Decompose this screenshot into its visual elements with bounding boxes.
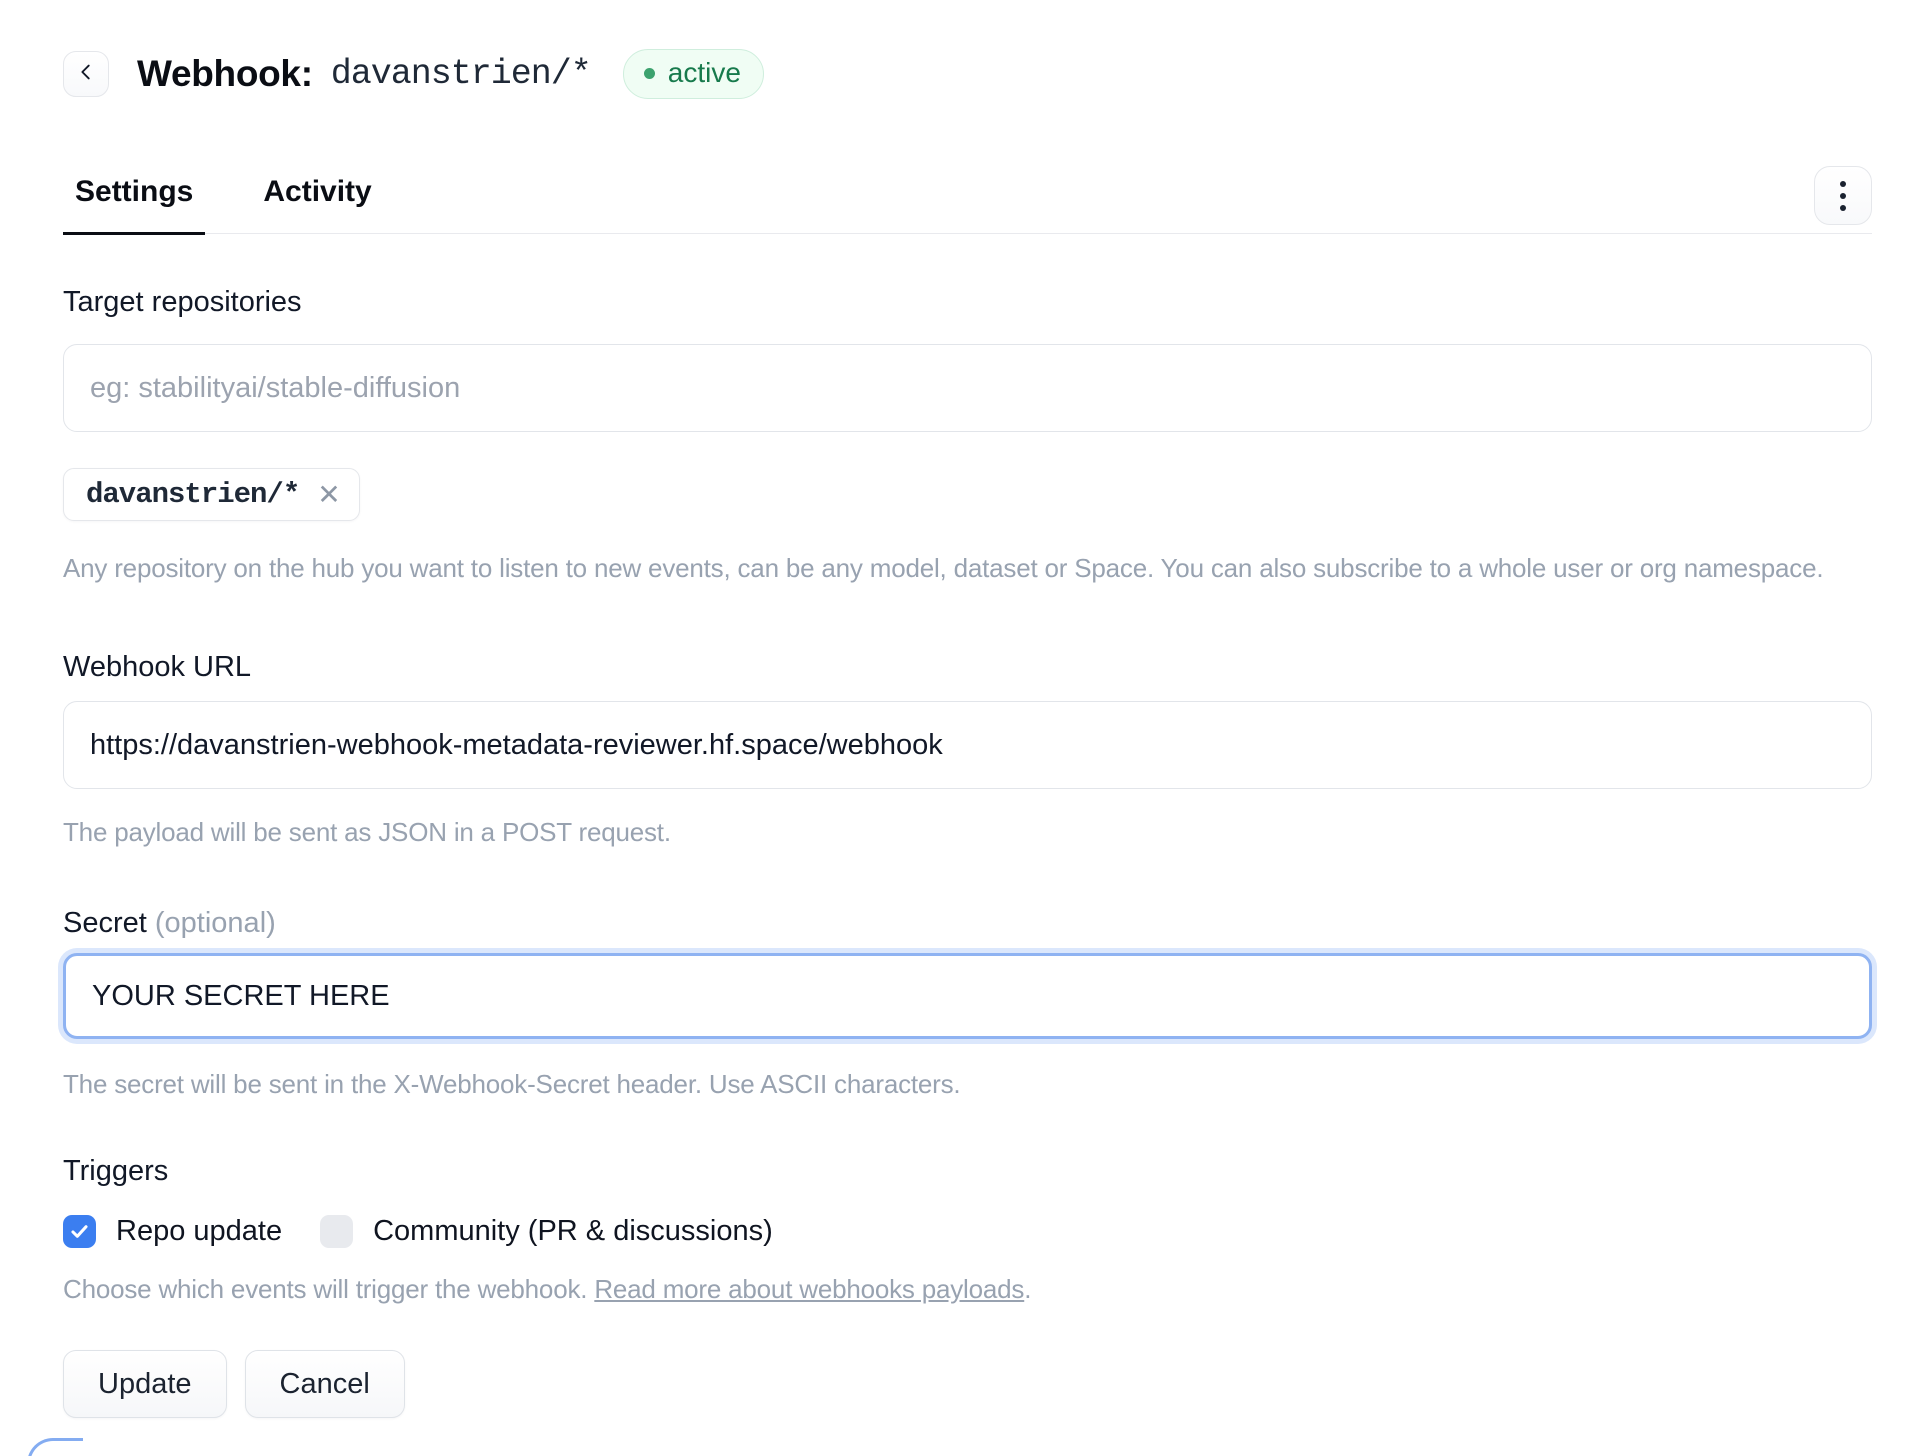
target-repositories-label: Target repositories (63, 284, 1872, 320)
chevron-left-icon (75, 61, 97, 88)
triggers-options: Repo update Community (PR & discussions) (63, 1215, 1872, 1248)
trigger-community-label: Community (PR & discussions) (373, 1215, 773, 1248)
webhooks-payloads-link[interactable]: Read more about webhooks payloads (594, 1274, 1024, 1304)
target-repositories-tags: davanstrien/* ✕ (63, 468, 1872, 521)
target-repositories-help: Any repository on the hub you want to li… (63, 551, 1872, 585)
secret-input[interactable] (63, 953, 1872, 1039)
tabs: Settings Activity (63, 139, 430, 233)
webhook-name: davanstrien/* (331, 54, 591, 94)
webhook-settings-page: Webhook: davanstrien/* active Settings A… (0, 0, 1924, 1428)
page-header: Webhook: davanstrien/* active (63, 45, 1872, 103)
secret-help: The secret will be sent in the X-Webhook… (63, 1067, 1872, 1101)
more-options-button[interactable] (1814, 166, 1872, 225)
secret-optional-label: (optional) (155, 907, 276, 939)
page-title: Webhook: (137, 53, 313, 95)
cancel-button[interactable]: Cancel (245, 1350, 405, 1418)
tabs-bar: Settings Activity (63, 139, 1872, 234)
below-fold-focus-ring-fragment (27, 1438, 83, 1456)
triggers-label: Triggers (63, 1153, 1872, 1189)
repo-update-checkbox[interactable] (63, 1215, 96, 1248)
repo-tag-label: davanstrien/* (86, 478, 299, 511)
tab-settings[interactable]: Settings (63, 139, 205, 235)
back-button[interactable] (63, 51, 109, 97)
tab-activity[interactable]: Activity (251, 139, 383, 235)
repo-tag[interactable]: davanstrien/* ✕ (63, 468, 360, 521)
community-checkbox[interactable] (320, 1215, 353, 1248)
secret-label: Secret (optional) (63, 905, 1872, 941)
kebab-menu-icon (1840, 181, 1846, 211)
form-actions: Update Cancel (63, 1350, 1872, 1428)
webhook-url-label: Webhook URL (63, 649, 1872, 685)
status-badge: active (623, 49, 764, 99)
update-button[interactable]: Update (63, 1350, 227, 1418)
webhook-url-input[interactable] (63, 701, 1872, 789)
trigger-repo-update-label: Repo update (116, 1215, 282, 1248)
checkmark-icon (69, 1221, 90, 1242)
trigger-community[interactable]: Community (PR & discussions) (320, 1215, 773, 1248)
target-repositories-input[interactable] (63, 344, 1872, 432)
triggers-help: Choose which events will trigger the web… (63, 1272, 1872, 1306)
trigger-repo-update[interactable]: Repo update (63, 1215, 282, 1248)
close-icon[interactable]: ✕ (317, 481, 340, 509)
status-dot-icon (644, 68, 655, 79)
status-badge-label: active (668, 57, 741, 89)
webhook-url-help: The payload will be sent as JSON in a PO… (63, 815, 1872, 849)
